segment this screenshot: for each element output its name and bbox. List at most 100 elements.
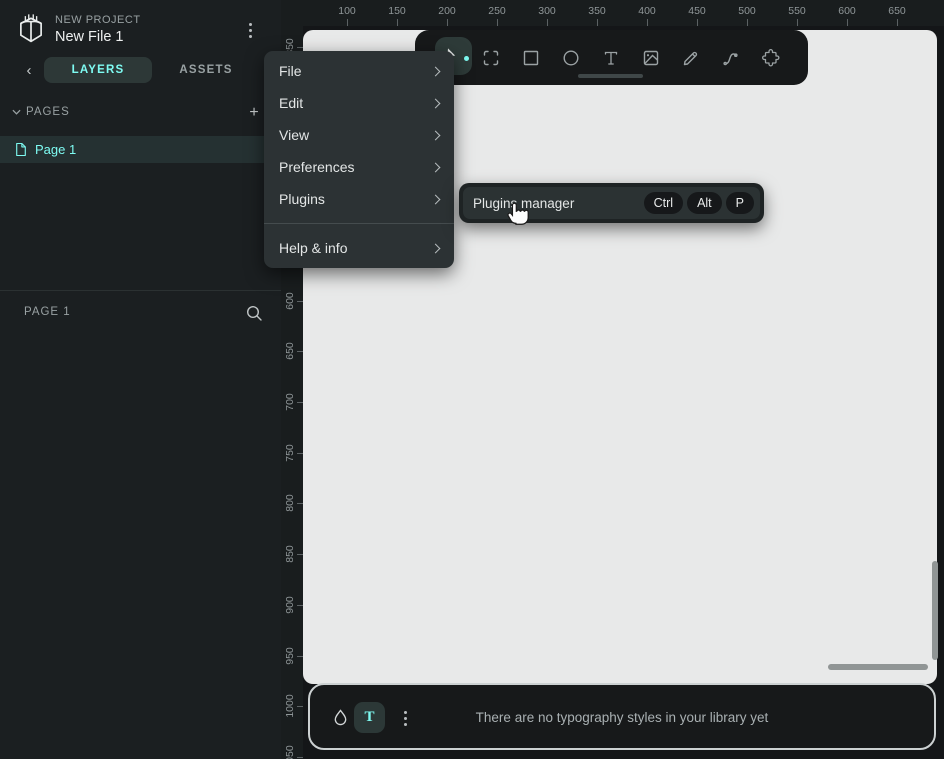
menu-item-label: Plugins bbox=[279, 191, 325, 207]
horizontal-ruler[interactable]: 100150200250300350400450500550600650 bbox=[281, 0, 944, 26]
horizontal-scrollbar[interactable] bbox=[828, 664, 928, 670]
ruler-label: 850 bbox=[284, 545, 296, 563]
plugins-manager-label: Plugins manager bbox=[473, 196, 644, 211]
menu-item-preferences[interactable]: Preferences bbox=[264, 151, 454, 183]
tab-layers[interactable]: LAYERS bbox=[44, 57, 152, 83]
menu-item-view[interactable]: View bbox=[264, 119, 454, 151]
chevron-right-icon bbox=[431, 243, 441, 253]
rectangle-icon bbox=[521, 48, 541, 68]
ruler-label: 750 bbox=[284, 444, 296, 462]
add-page-button[interactable]: + bbox=[245, 104, 263, 122]
ruler-tick bbox=[447, 19, 448, 26]
menu-item-label: File bbox=[279, 63, 302, 79]
menu-items: File Edit View Preferences Plugins bbox=[264, 55, 454, 215]
collapse-sidebar-button[interactable]: ‹ bbox=[20, 60, 38, 80]
ruler-label: 550 bbox=[788, 5, 806, 17]
ruler-label: 950 bbox=[284, 647, 296, 665]
tool-ellipse-button[interactable] bbox=[555, 42, 587, 74]
left-sidebar: NEW PROJECT New File 1 ‹ LAYERS ASSETS P… bbox=[0, 0, 281, 759]
ruler-label: 600 bbox=[838, 5, 856, 17]
chevron-right-icon bbox=[431, 130, 441, 140]
shortcut-key-badge: Alt bbox=[687, 192, 722, 214]
image-icon bbox=[641, 48, 661, 68]
ruler-label: 650 bbox=[284, 343, 296, 361]
text-icon bbox=[601, 48, 621, 68]
search-icon[interactable] bbox=[245, 304, 263, 322]
menu-item-edit[interactable]: Edit bbox=[264, 87, 454, 119]
ruler-tick bbox=[847, 19, 848, 26]
pages-section-header[interactable]: PAGES bbox=[12, 106, 70, 118]
file-options-menu-button[interactable] bbox=[249, 23, 252, 38]
ruler-tick bbox=[697, 19, 698, 26]
page-file-icon bbox=[15, 142, 27, 157]
menu-item-label: View bbox=[279, 127, 309, 143]
ruler-tick bbox=[497, 19, 498, 26]
page-list-item[interactable]: Page 1 bbox=[0, 136, 281, 163]
plugins-submenu: Plugins manager CtrlAltP bbox=[459, 183, 764, 223]
tool-pen-button[interactable] bbox=[675, 42, 707, 74]
ruler-label: 700 bbox=[284, 393, 296, 411]
menu-item-help-info[interactable]: Help & info bbox=[264, 232, 454, 264]
vertical-scrollbar[interactable] bbox=[932, 561, 938, 660]
toolbar-drag-handle[interactable] bbox=[578, 74, 643, 78]
tool-text-button[interactable] bbox=[595, 42, 627, 74]
ruler-label: 250 bbox=[488, 5, 506, 17]
ruler-label: 800 bbox=[284, 495, 296, 513]
shortcut-key-badge: Ctrl bbox=[644, 192, 683, 214]
ruler-tick bbox=[347, 19, 348, 26]
ruler-label: 650 bbox=[888, 5, 906, 17]
menu-item-file[interactable]: File bbox=[264, 55, 454, 87]
penpot-workspace: 100150200250300350400450500550600650 350… bbox=[0, 0, 944, 759]
board-frame-icon bbox=[481, 48, 501, 68]
ruler-tick bbox=[647, 19, 648, 26]
ruler-tick bbox=[297, 757, 303, 758]
ruler-tick bbox=[297, 706, 303, 707]
ruler-tick bbox=[897, 19, 898, 26]
submenu-shortcuts: CtrlAltP bbox=[644, 192, 754, 214]
curve-path-icon bbox=[721, 48, 741, 68]
move-tool-accent-dot bbox=[464, 56, 469, 61]
sidebar-divider bbox=[0, 290, 281, 291]
typography-library-panel: T There are no typography styles in your… bbox=[308, 683, 936, 750]
ruler-tick bbox=[547, 19, 548, 26]
chevron-right-icon bbox=[431, 98, 441, 108]
tool-rectangle-button[interactable] bbox=[515, 42, 547, 74]
tool-curve-button[interactable] bbox=[715, 42, 747, 74]
chevron-right-icon bbox=[431, 194, 441, 204]
ruler-label: 100 bbox=[338, 5, 356, 17]
pen-icon bbox=[681, 48, 701, 68]
design-toolbar bbox=[415, 30, 808, 85]
shortcut-key-badge: P bbox=[726, 192, 754, 214]
ruler-tick bbox=[597, 19, 598, 26]
pages-section-title: PAGES bbox=[26, 106, 70, 118]
tool-board-button[interactable] bbox=[475, 42, 507, 74]
menu-item-plugins[interactable]: Plugins bbox=[264, 183, 454, 215]
ruler-label: 600 bbox=[284, 292, 296, 310]
ruler-label: 450 bbox=[688, 5, 706, 17]
ruler-label: 350 bbox=[588, 5, 606, 17]
plugins-manager-menu-item[interactable]: Plugins manager CtrlAltP bbox=[463, 187, 760, 219]
ruler-tick bbox=[797, 19, 798, 26]
menu-divider bbox=[264, 223, 454, 224]
typography-empty-message: There are no typography styles in your l… bbox=[310, 710, 934, 725]
menu-footer-items: Help & info bbox=[264, 232, 454, 264]
project-name: NEW PROJECT bbox=[55, 14, 141, 26]
tab-assets[interactable]: ASSETS bbox=[152, 57, 260, 83]
ruler-label: 150 bbox=[388, 5, 406, 17]
chevron-down-icon bbox=[12, 109, 21, 115]
main-menu-dropdown: File Edit View Preferences Plugins Help & in… bbox=[264, 51, 454, 268]
ruler-label: 400 bbox=[638, 5, 656, 17]
layers-panel-title: PAGE 1 bbox=[24, 306, 71, 318]
ruler-label: 500 bbox=[738, 5, 756, 17]
tool-image-button[interactable] bbox=[635, 42, 667, 74]
ruler-tick bbox=[747, 19, 748, 26]
ruler-label: 1000 bbox=[284, 695, 296, 718]
ruler-label: 200 bbox=[438, 5, 456, 17]
tool-plugins-button[interactable] bbox=[755, 42, 787, 74]
ellipse-icon bbox=[561, 48, 581, 68]
chevron-right-icon bbox=[431, 162, 441, 172]
ruler-tick bbox=[397, 19, 398, 26]
file-name: New File 1 bbox=[55, 29, 124, 45]
penpot-logo-icon bbox=[13, 11, 49, 47]
menu-item-label: Help & info bbox=[279, 240, 347, 256]
